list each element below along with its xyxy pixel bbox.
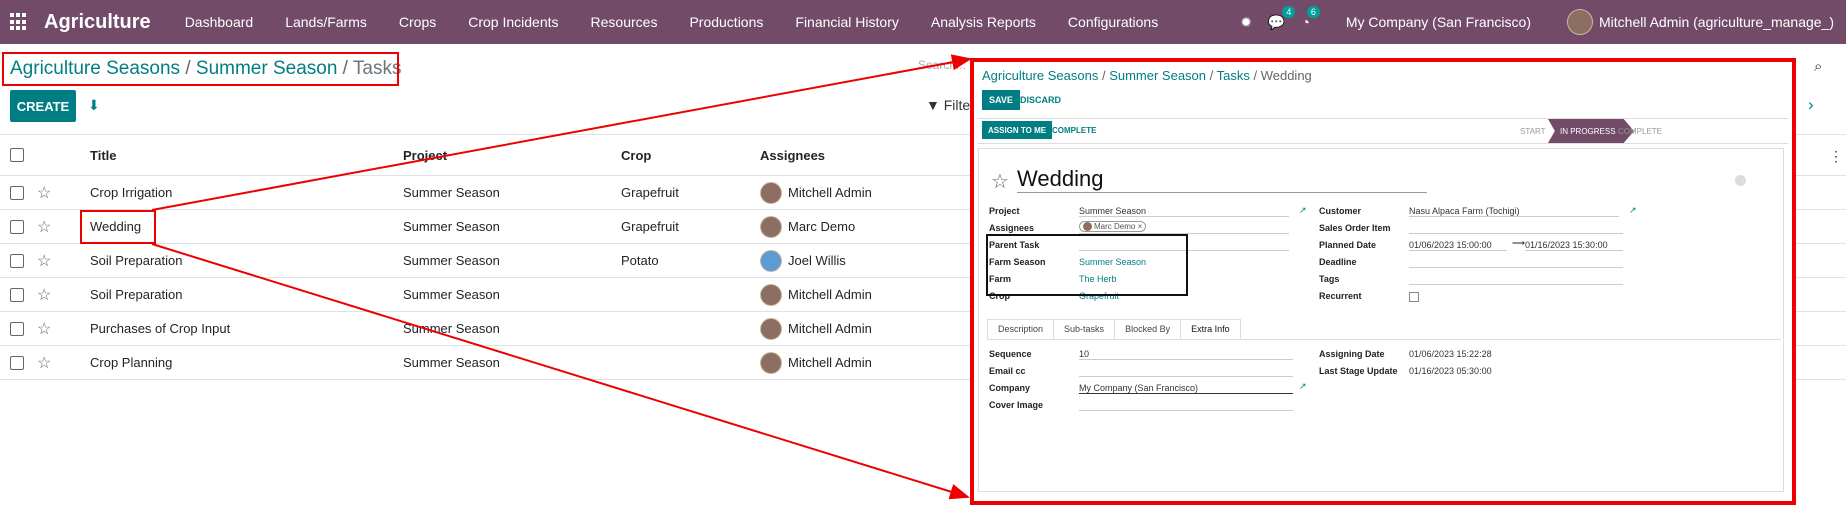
deadline-field[interactable]: [1409, 257, 1623, 268]
recurrent-checkbox[interactable]: [1409, 292, 1419, 304]
company-label: Company: [989, 383, 1031, 393]
planned-date-label: Planned Date: [1319, 240, 1377, 250]
form-breadcrumb-sep: /: [1098, 68, 1110, 83]
form-statusbar: ASSIGN TO ME COMPLETE START IN PROGRESS …: [978, 118, 1788, 144]
project-field[interactable]: Summer Season: [1079, 206, 1289, 217]
email-cc-field[interactable]: [1079, 366, 1293, 377]
kanban-state-icon[interactable]: [1735, 175, 1746, 186]
form-breadcrumb-tasks[interactable]: Tasks: [1217, 68, 1250, 83]
company-field[interactable]: My Company (San Francisco): [1079, 383, 1293, 394]
assignees-label: Assignees: [989, 223, 1035, 233]
form-breadcrumb: Agriculture Seasons / Summer Season / Ta…: [982, 68, 1312, 83]
complete-button[interactable]: COMPLETE: [1052, 121, 1096, 139]
tab-blocked-by[interactable]: Blocked By: [1114, 319, 1182, 339]
farm-fields-highlight: [986, 234, 1188, 296]
external-link-icon[interactable]: ↗: [1299, 205, 1307, 216]
form-breadcrumb-sep: /: [1206, 68, 1217, 83]
priority-star-icon[interactable]: ☆: [991, 169, 1009, 194]
assignee-tag-label: Marc Demo: [1094, 222, 1136, 231]
planned-end-field[interactable]: 01/16/2023 15:30:00: [1525, 240, 1623, 251]
sequence-field[interactable]: 10: [1079, 349, 1293, 360]
form-breadcrumb-seasons[interactable]: Agriculture Seasons: [982, 68, 1098, 83]
tab-description[interactable]: Description: [987, 319, 1055, 339]
form-sheet: ☆ Wedding Project Summer Season ↗ Assign…: [978, 148, 1784, 492]
project-label: Project: [989, 206, 1020, 216]
discard-button[interactable]: DISCARD: [1020, 90, 1061, 110]
email-cc-label: Email cc: [989, 366, 1026, 376]
assigning-date-label: Assigning Date: [1319, 349, 1385, 359]
avatar: [1083, 222, 1092, 231]
tab-extra-info[interactable]: Extra Info: [1180, 319, 1241, 339]
cover-image-label: Cover Image: [989, 400, 1044, 410]
tags-label: Tags: [1319, 274, 1340, 284]
form-breadcrumb-current: Wedding: [1260, 68, 1312, 83]
tags-field[interactable]: [1409, 274, 1623, 285]
stage-complete[interactable]: COMPLETE: [1618, 119, 1662, 143]
last-stage-value: 01/16/2023 05:30:00: [1409, 366, 1492, 376]
external-link-icon[interactable]: ↗: [1299, 381, 1307, 392]
last-stage-label: Last Stage Update: [1319, 366, 1398, 376]
customer-label: Customer: [1319, 206, 1362, 216]
customer-field[interactable]: Nasu Alpaca Farm (Tochigi): [1409, 206, 1619, 217]
planned-start-field[interactable]: 01/06/2023 15:00:00: [1409, 240, 1507, 251]
arrow-to-breadcrumb: [151, 54, 972, 211]
assigning-date-value: 01/06/2023 15:22:28: [1409, 349, 1492, 359]
stage-start[interactable]: START: [1520, 119, 1545, 143]
save-button[interactable]: SAVE: [982, 90, 1020, 110]
assignees-field[interactable]: Marc Demo ×: [1079, 221, 1289, 234]
arrow-to-form: [151, 243, 970, 500]
remove-tag-icon[interactable]: ×: [1138, 222, 1143, 231]
task-form-screenshot: Agriculture Seasons / Summer Season / Ta…: [970, 58, 1796, 505]
deadline-label: Deadline: [1319, 257, 1357, 267]
date-range-arrow-icon: ⟶: [1512, 238, 1525, 248]
sales-order-label: Sales Order Item: [1319, 223, 1391, 233]
form-breadcrumb-sep: /: [1249, 68, 1261, 83]
form-breadcrumb-summer[interactable]: Summer Season: [1109, 68, 1206, 83]
sequence-label: Sequence: [989, 349, 1032, 359]
recurrent-label: Recurrent: [1319, 291, 1362, 301]
assignee-tag[interactable]: Marc Demo ×: [1079, 221, 1147, 232]
tab-sub-tasks[interactable]: Sub-tasks: [1053, 319, 1116, 339]
sales-order-field[interactable]: [1409, 223, 1623, 234]
assign-to-me-button[interactable]: ASSIGN TO ME: [982, 121, 1053, 139]
task-title-field[interactable]: Wedding: [1017, 166, 1427, 193]
form-notebook-tabs: Description Sub-tasks Blocked By Extra I…: [987, 319, 1781, 340]
cover-image-field[interactable]: [1079, 400, 1293, 411]
external-link-icon[interactable]: ↗: [1629, 205, 1637, 216]
